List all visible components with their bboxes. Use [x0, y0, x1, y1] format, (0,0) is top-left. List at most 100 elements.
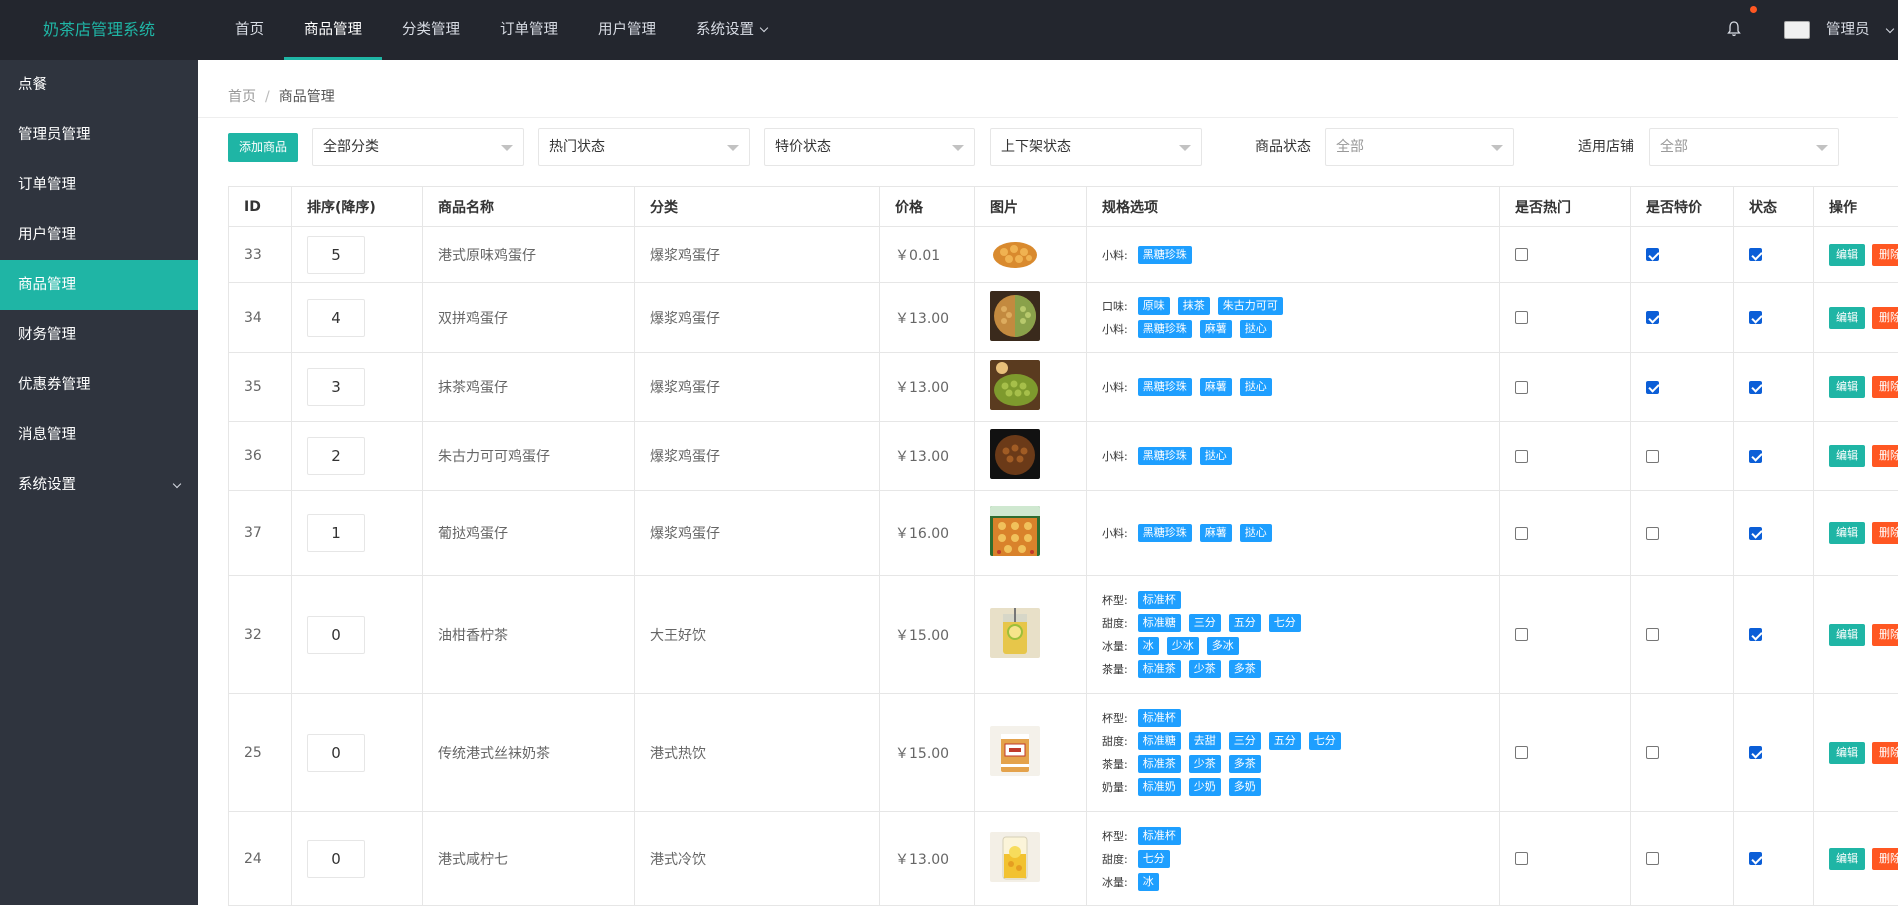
hot-checkbox[interactable] [1515, 450, 1528, 463]
cell-status [1734, 812, 1814, 906]
special-checkbox[interactable] [1646, 248, 1659, 261]
cell-special [1631, 812, 1734, 906]
delete-button[interactable]: 删除 [1872, 848, 1898, 870]
cell-id: 34 [229, 283, 292, 353]
edit-button[interactable]: 编辑 [1829, 624, 1865, 646]
store-select[interactable]: 全部 [1649, 128, 1839, 166]
hot-checkbox[interactable] [1515, 381, 1528, 394]
delete-button[interactable]: 删除 [1872, 445, 1898, 467]
status-checkbox[interactable] [1749, 311, 1762, 324]
hot-checkbox[interactable] [1515, 311, 1528, 324]
sort-input[interactable]: 2 [307, 437, 365, 475]
sort-input[interactable]: 1 [307, 514, 365, 552]
product-status-select[interactable]: 全部 [1325, 128, 1514, 166]
product-image[interactable] [990, 832, 1040, 882]
topnav-item-4[interactable]: 用户管理 [578, 0, 676, 60]
sidebar-item-8[interactable]: 系统设置 [0, 460, 198, 510]
cell-specs: 小料:黑糖珍珠挞心 [1087, 422, 1500, 491]
status-checkbox[interactable] [1749, 852, 1762, 865]
topnav-item-5[interactable]: 系统设置 [676, 0, 787, 60]
delete-button[interactable]: 删除 [1872, 244, 1898, 266]
breadcrumb-home[interactable]: 首页 [228, 89, 256, 105]
product-image[interactable] [990, 506, 1040, 556]
add-product-button[interactable]: 添加商品 [228, 133, 298, 162]
chevron-down-icon [760, 24, 768, 32]
hot-checkbox[interactable] [1515, 628, 1528, 641]
hot-status-select[interactable]: 热门状态 [538, 128, 750, 166]
sort-input[interactable]: 0 [307, 616, 365, 654]
product-image[interactable] [990, 228, 1040, 278]
app-logo-title[interactable]: 奶茶店管理系统 [0, 0, 198, 60]
sidebar-item-label: 用户管理 [18, 227, 76, 243]
special-checkbox[interactable] [1646, 527, 1659, 540]
user-name[interactable]: 管理员 [1826, 0, 1870, 60]
special-checkbox[interactable] [1646, 746, 1659, 759]
shelf-status-select[interactable]: 上下架状态 [990, 128, 1202, 166]
special-checkbox[interactable] [1646, 311, 1659, 324]
delete-button[interactable]: 删除 [1872, 742, 1898, 764]
topnav-item-3[interactable]: 订单管理 [480, 0, 578, 60]
edit-button[interactable]: 编辑 [1829, 522, 1865, 544]
status-checkbox[interactable] [1749, 527, 1762, 540]
sort-input[interactable]: 0 [307, 840, 365, 878]
cell-id: 33 [229, 227, 292, 283]
special-checkbox[interactable] [1646, 450, 1659, 463]
topnav-item-1[interactable]: 商品管理 [284, 0, 382, 60]
status-checkbox[interactable] [1749, 381, 1762, 394]
edit-button[interactable]: 编辑 [1829, 376, 1865, 398]
topnav-item-label[interactable]: 系统设置 [696, 22, 754, 38]
bell-icon[interactable] [1726, 20, 1742, 38]
sort-input[interactable]: 4 [307, 299, 365, 337]
special-checkbox[interactable] [1646, 381, 1659, 394]
product-image[interactable] [990, 726, 1040, 776]
chevron-down-icon [173, 480, 181, 488]
cell-sort: 5 [292, 227, 423, 283]
edit-button[interactable]: 编辑 [1829, 307, 1865, 329]
delete-button[interactable]: 删除 [1872, 376, 1898, 398]
product-image[interactable] [990, 360, 1040, 410]
sort-input[interactable]: 0 [307, 734, 365, 772]
edit-button[interactable]: 编辑 [1829, 244, 1865, 266]
status-checkbox[interactable] [1749, 450, 1762, 463]
sidebar-item-3[interactable]: 用户管理 [0, 210, 198, 260]
delete-button[interactable]: 删除 [1872, 522, 1898, 544]
sort-input[interactable]: 5 [307, 236, 365, 274]
edit-button[interactable]: 编辑 [1829, 742, 1865, 764]
edit-button[interactable]: 编辑 [1829, 848, 1865, 870]
special-checkbox[interactable] [1646, 628, 1659, 641]
cell-name: 抹茶鸡蛋仔 [423, 353, 635, 422]
sidebar-item-1[interactable]: 管理员管理 [0, 110, 198, 160]
special-checkbox[interactable] [1646, 852, 1659, 865]
hot-checkbox[interactable] [1515, 527, 1528, 540]
sidebar-item-5[interactable]: 财务管理 [0, 310, 198, 360]
hot-checkbox[interactable] [1515, 248, 1528, 261]
sidebar-item-2[interactable]: 订单管理 [0, 160, 198, 210]
category-select[interactable]: 全部分类 [312, 128, 524, 166]
product-image[interactable] [990, 291, 1040, 341]
topnav-item-2[interactable]: 分类管理 [382, 0, 480, 60]
cell-price: ￥15.00 [880, 694, 975, 812]
sidebar-item-6[interactable]: 优惠券管理 [0, 360, 198, 410]
sidebar-item-4[interactable]: 商品管理 [0, 260, 198, 310]
hot-checkbox[interactable] [1515, 852, 1528, 865]
spec-line: 杯型:标准杯 [1102, 591, 1484, 609]
column-header: 是否特价 [1631, 187, 1734, 227]
avatar[interactable] [1784, 21, 1810, 39]
product-image[interactable] [990, 608, 1040, 658]
special-status-select[interactable]: 特价状态 [764, 128, 975, 166]
chevron-down-icon[interactable] [1886, 25, 1894, 33]
cell-actions: 编辑删除 [1814, 491, 1898, 576]
status-checkbox[interactable] [1749, 628, 1762, 641]
product-image[interactable] [990, 429, 1040, 479]
status-checkbox[interactable] [1749, 746, 1762, 759]
spec-line: 甜度:标准糖去甜三分五分七分 [1102, 732, 1484, 750]
sidebar-item-7[interactable]: 消息管理 [0, 410, 198, 460]
status-checkbox[interactable] [1749, 248, 1762, 261]
edit-button[interactable]: 编辑 [1829, 445, 1865, 467]
delete-button[interactable]: 删除 [1872, 624, 1898, 646]
topnav-item-0[interactable]: 首页 [215, 0, 284, 60]
sort-input[interactable]: 3 [307, 368, 365, 406]
sidebar-item-0[interactable]: 点餐 [0, 60, 198, 110]
hot-checkbox[interactable] [1515, 746, 1528, 759]
delete-button[interactable]: 删除 [1872, 307, 1898, 329]
